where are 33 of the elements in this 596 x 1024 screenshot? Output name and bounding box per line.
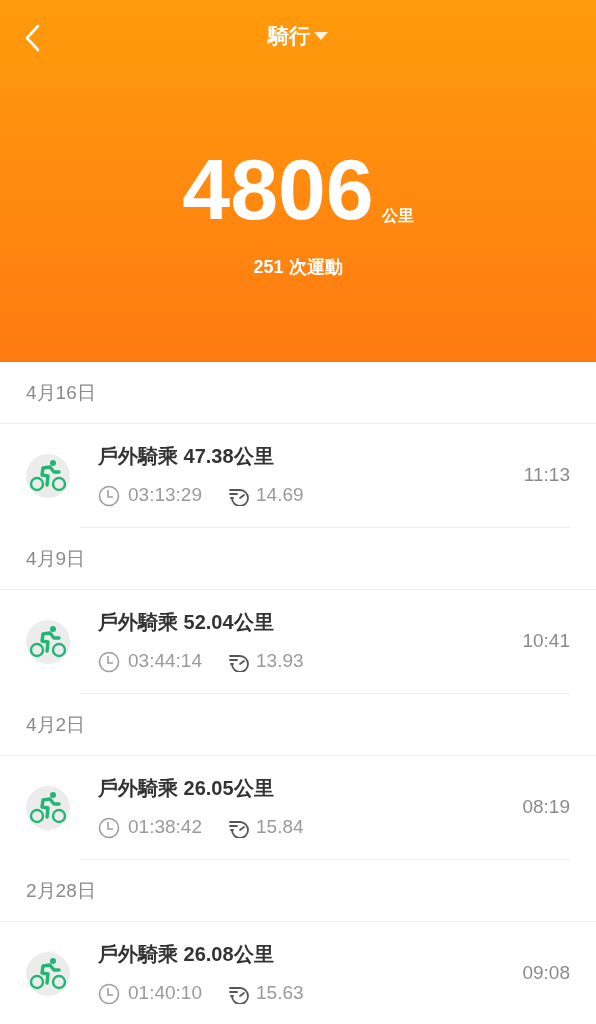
back-icon [24,24,40,52]
speed-value: 15.84 [256,815,304,840]
date-heading: 4月9日 [26,547,86,572]
clock-icon [98,650,120,673]
start-time: 10:41 [522,629,570,654]
duration-value: 01:40:10 [128,981,203,1006]
workout-count: 251 次運動 [253,256,343,279]
clock-icon [98,982,120,1005]
speed-value: 14.69 [256,483,304,508]
clock-icon [98,484,120,507]
date-heading: 4月16日 [26,381,96,406]
total-distance: 4806 [182,146,374,232]
cyclist-icon [26,453,70,498]
cyclist-icon [26,951,70,996]
date-heading: 2月28日 [26,879,96,904]
date-heading: 4月2日 [26,713,86,738]
start-time: 08:19 [522,795,570,820]
cyclist-icon [26,619,70,664]
start-time: 11:13 [523,463,570,488]
duration-value: 01:38:42 [128,815,203,840]
workout-title: 戶外騎乘 26.08公里 [98,942,275,968]
workout-title: 戶外騎乘 52.04公里 [98,610,275,636]
workout-title: 戶外騎乘 26.05公里 [98,776,275,802]
duration-value: 03:13:29 [128,483,203,508]
duration-value: 03:44:14 [128,649,203,674]
start-time: 09:08 [522,961,570,986]
distance-unit: 公里 [381,206,414,226]
cyclist-icon [26,785,70,830]
clock-icon [98,816,120,839]
dropdown-icon [314,31,328,41]
speed-value: 15.63 [256,981,304,1006]
speed-value: 13.93 [256,649,304,674]
workout-title: 戶外騎乘 47.38公里 [98,444,275,470]
